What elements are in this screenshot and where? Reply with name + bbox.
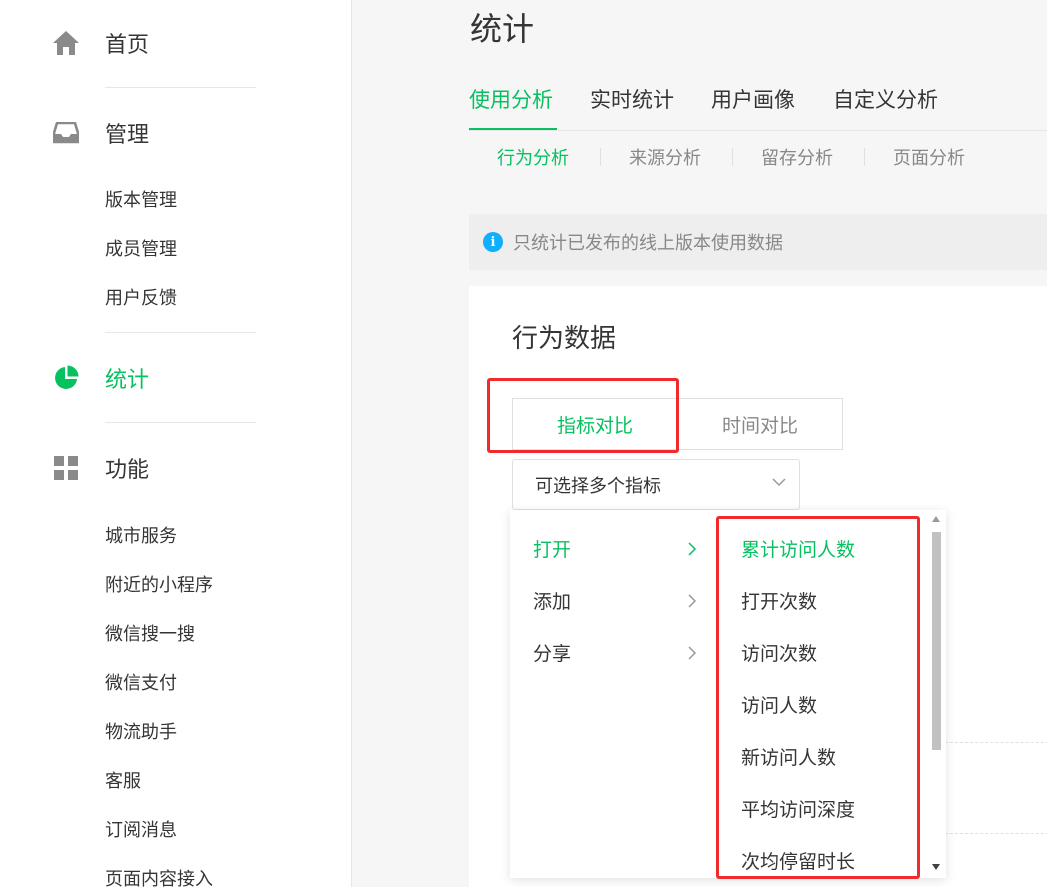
comparison-segmented-control: 指标对比 时间对比 — [512, 398, 843, 450]
pie-chart-icon — [52, 364, 80, 392]
inbox-icon — [52, 119, 80, 147]
separator — [864, 148, 865, 166]
metric-option-label: 访问人数 — [741, 695, 818, 717]
sidebar: 首页 管理 版本管理 成员管理 用户反馈 统计 功能 城市服务 附近的小程序 微… — [0, 0, 352, 887]
tab-divider — [469, 130, 1047, 131]
info-icon: i — [483, 232, 503, 252]
scroll-thumb[interactable] — [932, 532, 941, 750]
tab-realtime[interactable]: 实时统计 — [590, 84, 674, 114]
divider — [105, 87, 256, 88]
metric-option[interactable]: 访问人数 — [718, 683, 926, 723]
sidebar-subitem-members[interactable]: 成员管理 — [105, 235, 177, 261]
metric-option-label: 访问次数 — [741, 643, 818, 665]
category-share[interactable]: 分享 — [510, 631, 718, 671]
category-open[interactable]: 打开 — [510, 527, 718, 567]
metric-option[interactable]: 新访问人数 — [718, 735, 926, 775]
metric-compare-button[interactable]: 指标对比 — [513, 399, 678, 449]
sidebar-subitem-logistics[interactable]: 物流助手 — [105, 718, 177, 744]
sidebar-subitem-city-service[interactable]: 城市服务 — [105, 522, 177, 548]
sidebar-subitem-search[interactable]: 微信搜一搜 — [105, 620, 195, 646]
metric-option-label: 累计访问人数 — [741, 539, 856, 561]
sidebar-subitem-subscribe[interactable]: 订阅消息 — [105, 816, 177, 842]
sidebar-subitem-content[interactable]: 页面内容接入 — [105, 865, 213, 887]
sidebar-subitem-feedback[interactable]: 用户反馈 — [105, 284, 177, 310]
tab-usage-analysis[interactable]: 使用分析 — [469, 84, 553, 114]
subtab-behavior[interactable]: 行为分析 — [497, 144, 569, 170]
metric-option-label: 打开次数 — [741, 591, 818, 613]
metric-option[interactable]: 打开次数 — [718, 579, 926, 619]
scroll-up-arrow-icon[interactable] — [932, 516, 940, 522]
category-add[interactable]: 添加 — [510, 579, 718, 619]
category-label: 分享 — [533, 643, 572, 665]
chevron-right-icon — [686, 541, 698, 556]
metric-option-label: 新访问人数 — [741, 747, 837, 769]
divider — [105, 422, 256, 423]
sidebar-subitem-customer-service[interactable]: 客服 — [105, 767, 141, 793]
metric-dropdown: 打开 添加 分享 累计访问人数 打开次数 访问次数 访问人数 新访问人数 平均访… — [510, 510, 946, 878]
metric-select[interactable]: 可选择多个指标 — [512, 459, 800, 510]
category-label: 打开 — [533, 539, 572, 561]
chevron-right-icon — [686, 645, 698, 660]
metric-option[interactable]: 累计访问人数 — [718, 527, 926, 567]
subtab-source[interactable]: 来源分析 — [629, 144, 701, 170]
chevron-right-icon — [686, 593, 698, 608]
chevron-down-icon — [771, 474, 787, 490]
metric-option-label: 平均访问深度 — [741, 799, 856, 821]
page-title: 统计 — [470, 10, 535, 48]
notice-bar: i 只统计已发布的线上版本使用数据 — [469, 214, 1047, 270]
divider — [105, 332, 256, 333]
metric-option-label: 次均停留时长 — [741, 851, 856, 873]
sidebar-subitem-version[interactable]: 版本管理 — [105, 186, 177, 212]
metric-option[interactable]: 访问次数 — [718, 631, 926, 671]
subtab-retention[interactable]: 留存分析 — [761, 144, 833, 170]
scroll-down-arrow-icon[interactable] — [932, 864, 940, 870]
sidebar-subitem-pay[interactable]: 微信支付 — [105, 669, 177, 695]
metric-select-placeholder: 可选择多个指标 — [535, 475, 661, 497]
tab-active-indicator — [469, 128, 557, 130]
separator — [600, 148, 601, 166]
notice-text: 只统计已发布的线上版本使用数据 — [513, 233, 783, 254]
card-title: 行为数据 — [512, 324, 617, 354]
category-label: 添加 — [533, 591, 572, 613]
sidebar-item-label: 功能 — [105, 458, 150, 483]
dropdown-scrollbar[interactable] — [926, 510, 946, 878]
separator — [732, 148, 733, 166]
sidebar-subitem-nearby[interactable]: 附近的小程序 — [105, 571, 213, 597]
metric-option[interactable]: 次均停留时长 — [718, 839, 926, 879]
sidebar-item-label: 统计 — [105, 368, 150, 393]
time-compare-button[interactable]: 时间对比 — [678, 399, 842, 449]
sidebar-item-label: 首页 — [105, 33, 150, 58]
home-icon — [52, 29, 80, 57]
tab-custom-analysis[interactable]: 自定义分析 — [833, 84, 938, 114]
sidebar-item-label: 管理 — [105, 123, 150, 148]
metric-option[interactable]: 平均访问深度 — [718, 787, 926, 827]
grid-icon — [52, 454, 80, 482]
subtab-page[interactable]: 页面分析 — [893, 144, 965, 170]
tab-user-portrait[interactable]: 用户画像 — [711, 84, 795, 114]
